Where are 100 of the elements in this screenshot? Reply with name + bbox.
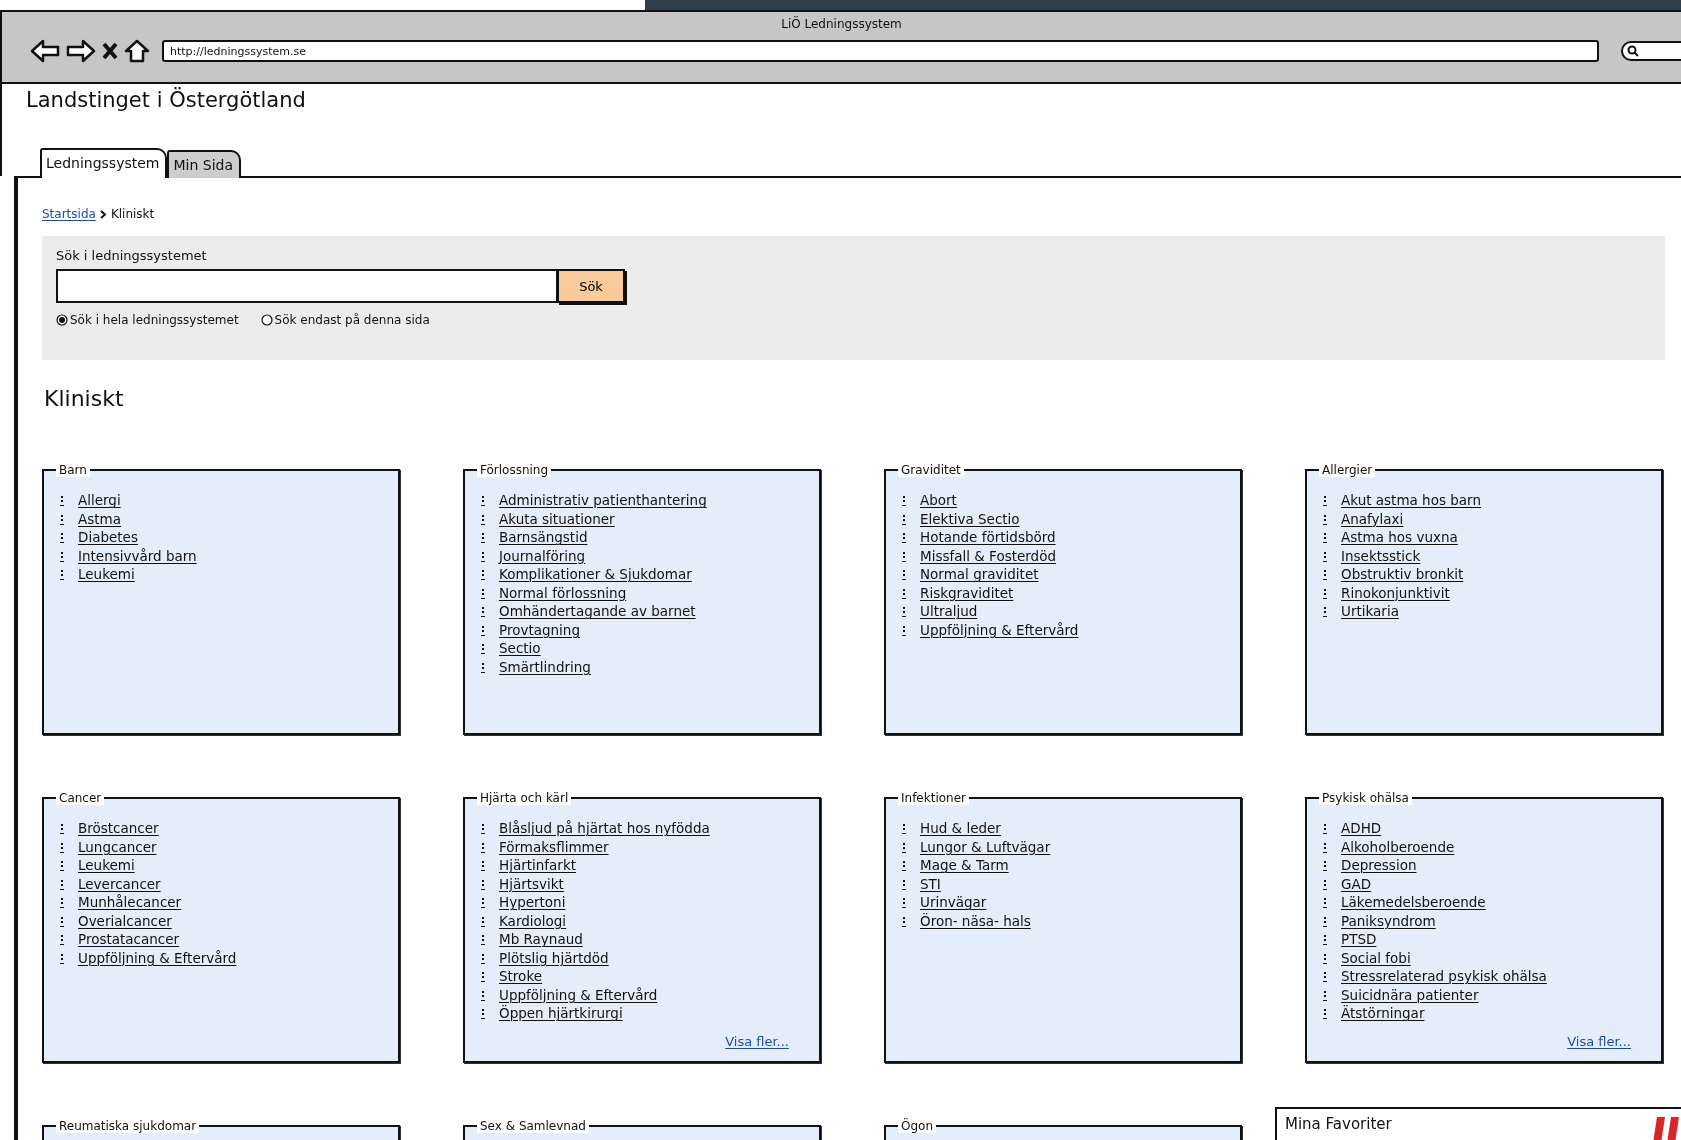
category-link[interactable]: Elektiva Sectio (920, 510, 1020, 527)
radio-label: Sök i hela ledningssystemet (70, 313, 239, 327)
category-link[interactable]: Uppföljning & Eftervård (78, 949, 237, 966)
category-link[interactable]: Prostatacancer (78, 931, 180, 948)
category-link[interactable]: Uppföljning & Eftervård (920, 621, 1079, 638)
category-link[interactable]: Insektsstick (1341, 547, 1421, 564)
category-link[interactable]: STI (920, 875, 941, 892)
category-link[interactable]: Anafylaxi (1341, 510, 1404, 527)
url-field[interactable]: http://ledningssystem.se (162, 40, 1599, 62)
bullet-icon (1323, 586, 1327, 599)
category-link[interactable]: Social fobi (1341, 949, 1411, 966)
category-link[interactable]: Förmaksflimmer (499, 838, 609, 855)
bullet-icon (1323, 914, 1327, 927)
category-link[interactable]: Urinvägar (920, 894, 987, 911)
category-link[interactable]: Leukemi (78, 566, 135, 583)
category-link[interactable]: Kardiologi (499, 912, 567, 929)
panel-title: Ögon (898, 1119, 936, 1133)
category-link[interactable]: Hjärtsvikt (499, 875, 564, 892)
category-link[interactable]: Levercancer (78, 875, 161, 892)
search-field[interactable] (1621, 41, 1681, 61)
category-link[interactable]: PTSD (1341, 931, 1377, 948)
category-link[interactable]: Mb Raynaud (499, 931, 583, 948)
category-link[interactable]: Smärtlindring (499, 658, 591, 675)
bullet-icon (481, 951, 485, 964)
category-link[interactable]: Stroke (499, 968, 543, 985)
tab[interactable]: Ledningssystem (40, 148, 168, 178)
bullet-icon (902, 623, 906, 636)
category-link[interactable]: Intensivvård barn (78, 547, 197, 564)
category-link[interactable]: Lungcancer (78, 838, 157, 855)
category-link[interactable]: Hud & leder (920, 820, 1001, 837)
bullet-icon (1323, 494, 1327, 507)
category-link[interactable]: Provtagning (499, 621, 580, 638)
category-link[interactable]: Stressrelaterad psykisk ohälsa (1341, 968, 1547, 985)
search-button[interactable]: Sök (557, 269, 625, 303)
category-link[interactable]: Hotande förtidsbörd (920, 529, 1056, 546)
category-link[interactable]: Abort (920, 492, 957, 509)
category-link[interactable]: Leukemi (78, 857, 135, 874)
category-link[interactable]: Astma (78, 510, 121, 527)
tab[interactable]: Min Sida (167, 150, 242, 178)
category-link[interactable]: Paniksyndrom (1341, 912, 1436, 929)
show-more-link[interactable]: Visa fler... (725, 1034, 789, 1049)
category-link[interactable]: Omhändertagande av barnet (499, 603, 696, 620)
category-link[interactable]: Plötslig hjärtdöd (499, 949, 609, 966)
category-link[interactable]: Ultraljud (920, 603, 978, 620)
radio-button[interactable] (260, 314, 273, 326)
breadcrumb-link[interactable]: Startsida (42, 207, 96, 221)
category-link[interactable]: Mage & Tarm (920, 857, 1009, 874)
radio-label: Sök endast på denna sida (274, 313, 430, 327)
category-link[interactable]: Depression (1341, 857, 1417, 874)
search-icon (1627, 45, 1639, 57)
category-link[interactable]: Administrativ patienthantering (499, 492, 707, 509)
close-icon[interactable] (102, 42, 118, 60)
category-link[interactable]: Obstruktiv bronkit (1341, 566, 1464, 583)
category-link[interactable]: Normal graviditet (920, 566, 1039, 583)
category-link[interactable]: Astma hos vuxna (1341, 529, 1458, 546)
bullet-icon (481, 933, 485, 946)
show-more-link[interactable]: Visa fler... (1567, 1034, 1631, 1049)
category-link[interactable]: Diabetes (78, 529, 138, 546)
category-link[interactable]: Allergi (78, 492, 121, 509)
category-link[interactable]: Bröstcancer (78, 820, 159, 837)
category-link[interactable]: Hypertoni (499, 894, 566, 911)
category-link[interactable]: Missfall & Fosterdöd (920, 547, 1056, 564)
bullet-icon (1323, 951, 1327, 964)
category-link[interactable]: Normal förlossning (499, 584, 627, 601)
section-heading: Kliniskt (44, 386, 125, 413)
category-link[interactable]: Komplikationer & Sjukdomar (499, 566, 692, 583)
category-link[interactable]: Öron- näsa- hals (920, 912, 1031, 929)
home-icon[interactable] (124, 39, 150, 63)
category-link[interactable]: Alkoholberoende (1341, 838, 1455, 855)
forward-arrow-icon[interactable] (66, 39, 96, 63)
category-link[interactable]: Ätstörningar (1341, 1005, 1425, 1022)
bullet-icon (1323, 988, 1327, 1001)
category-link[interactable]: Akuta situationer (499, 510, 615, 527)
category-link[interactable]: Overialcancer (78, 912, 172, 929)
category-link[interactable]: Urtikaria (1341, 603, 1399, 620)
category-link[interactable]: Rinokonjunktivit (1341, 584, 1450, 601)
bullet-icon (902, 914, 906, 927)
category-link[interactable]: Öppen hjärtkirurgi (499, 1005, 623, 1022)
category-link[interactable]: Blåsljud på hjärtat hos nyfödda (499, 820, 710, 837)
category-link[interactable]: Sectio (499, 640, 541, 657)
radio-button[interactable] (56, 314, 68, 326)
category-link[interactable]: Hjärtinfarkt (499, 857, 576, 874)
category-link[interactable]: Akut astma hos barn (1341, 492, 1481, 509)
category-link[interactable]: ADHD (1341, 820, 1382, 837)
category-link[interactable]: Suicidnära patienter (1341, 986, 1479, 1003)
panel-title: Barn (56, 463, 90, 477)
category-link[interactable]: Lungor & Luftvägar (920, 838, 1051, 855)
category-link[interactable]: Uppföljning & Eftervård (499, 986, 658, 1003)
category-link[interactable]: GAD (1341, 875, 1372, 892)
category-link[interactable]: Barnsängstid (499, 529, 588, 546)
category-link[interactable]: Journalföring (499, 547, 586, 564)
back-arrow-icon[interactable] (30, 39, 60, 63)
bullet-icon (60, 512, 64, 525)
category-link[interactable]: Riskgraviditet (920, 584, 1014, 601)
search-input[interactable] (56, 269, 558, 303)
bullet-icon (902, 840, 906, 853)
category-link[interactable]: Munhålecancer (78, 894, 182, 911)
bullet-icon (1323, 605, 1327, 618)
panel-title: Psykisk ohälsa (1319, 791, 1412, 805)
category-link[interactable]: Läkemedelsberoende (1341, 894, 1486, 911)
